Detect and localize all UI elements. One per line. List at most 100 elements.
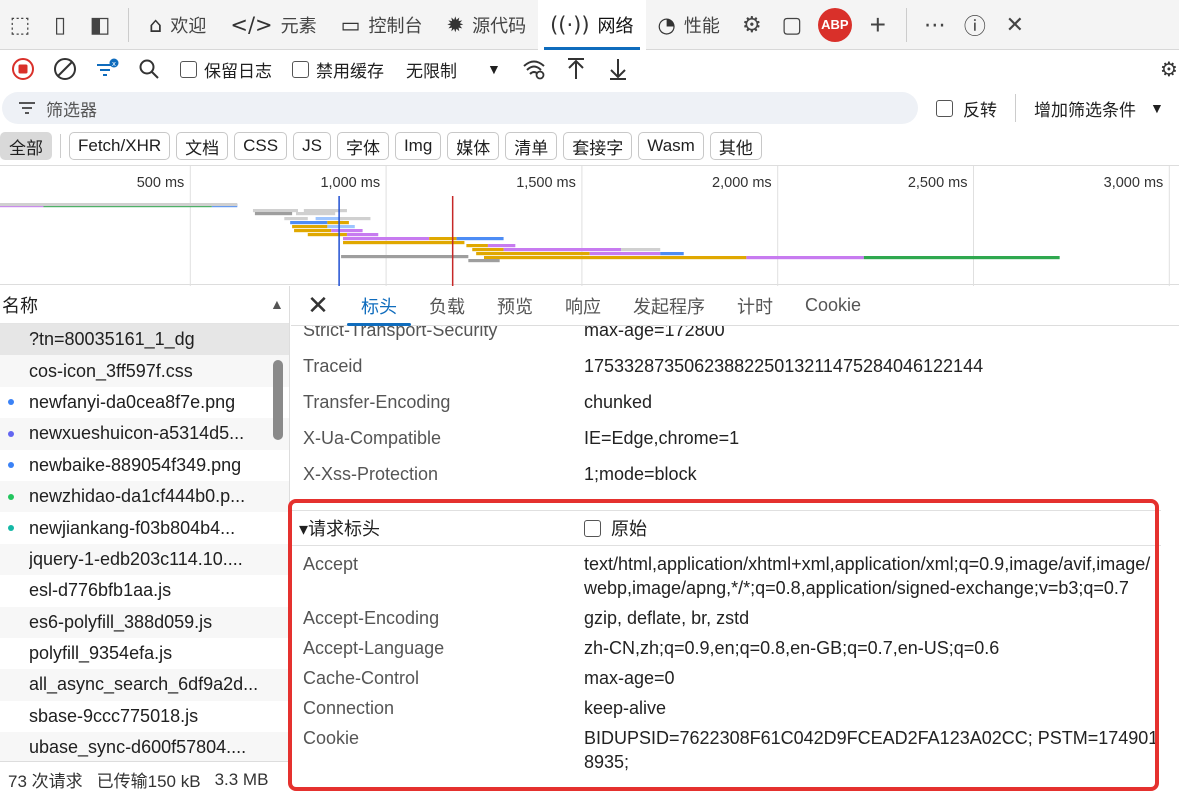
waterfall-overview: 500 ms 1,000 ms 1,500 ms 2,000 ms 2,500 ms 3,… xyxy=(0,166,1170,286)
type-filter-chip[interactable]: Img xyxy=(394,132,442,160)
search-button[interactable] xyxy=(130,52,168,86)
help-icon[interactable]: ⓘ xyxy=(955,0,995,50)
detail-tab[interactable]: 标头 xyxy=(345,286,413,326)
detail-tab[interactable]: 发起程序 xyxy=(617,286,721,326)
waterfall-bar xyxy=(341,255,469,259)
header-name: Cookie xyxy=(303,728,360,748)
request-row[interactable]: ubase_sync-d600f57804.... xyxy=(0,732,289,764)
request-list: 名称 ▲ ?tn=80035161_1_dg cos-icon_3ff597f.c… xyxy=(0,286,290,797)
request-list-scrollbar[interactable] xyxy=(271,324,283,765)
type-filter-chip[interactable]: JS xyxy=(293,132,331,160)
tab-console[interactable]: ▭ 控制台 xyxy=(329,0,435,50)
network-settings-button[interactable]: ⚙ xyxy=(1150,52,1179,86)
request-row[interactable]: all_async_search_6df9a2d... xyxy=(0,669,289,701)
timeline-tick-label: 500 ms xyxy=(137,175,185,191)
window-icon[interactable]: ▢ xyxy=(772,0,812,50)
tab-performance[interactable]: ◔ 性能 xyxy=(646,0,732,50)
adblock-plus-icon[interactable]: ABP xyxy=(817,7,852,42)
tab-label: 欢迎 xyxy=(170,15,207,36)
request-row[interactable]: jquery-1-edb203c114.10.... xyxy=(0,543,289,576)
checkbox-box[interactable] xyxy=(584,519,601,537)
network-overview-timeline[interactable]: 500 ms 1,000 ms 1,500 ms 2,000 ms 2,500 ms 3,… xyxy=(0,165,1179,286)
checkbox-box[interactable] xyxy=(292,60,309,78)
request-row[interactable]: newfanyi-da0cea8f7e.png xyxy=(0,387,289,418)
type-filter-chip[interactable]: 文档 xyxy=(176,132,229,160)
name-column-header[interactable]: 名称 ▲ xyxy=(0,286,289,324)
filter-input[interactable]: 筛选器 xyxy=(2,92,918,124)
divider xyxy=(128,7,129,42)
disable-cache-checkbox[interactable]: 禁用缓存 xyxy=(284,57,392,82)
dock-side-icon[interactable]: ◧ xyxy=(80,0,120,50)
throttle-value: 无限制 xyxy=(406,61,457,81)
detail-tab[interactable]: Cookie xyxy=(789,286,877,326)
request-name: cos-icon_3ff597f.css xyxy=(29,360,193,381)
raw-label: 原始 xyxy=(611,519,647,539)
request-row[interactable]: ?tn=80035161_1_dg xyxy=(0,324,289,356)
upload-icon xyxy=(567,58,584,79)
request-row[interactable]: esl-d776bfb1aa.js xyxy=(0,575,289,606)
waterfall-bar xyxy=(660,252,684,256)
close-detail-button[interactable]: ✕ xyxy=(291,286,345,326)
request-row[interactable]: newbaike-889054f349.png xyxy=(0,450,289,481)
request-row[interactable]: polyfill_9354efa.js xyxy=(0,638,289,669)
type-filter-chip[interactable]: CSS xyxy=(234,132,288,160)
performance-icon: ◔ xyxy=(657,12,676,37)
invert-checkbox[interactable]: 反转 xyxy=(936,96,997,121)
detail-tab[interactable]: 响应 xyxy=(549,286,617,326)
preserve-log-checkbox[interactable]: 保留日志 xyxy=(172,57,280,82)
import-har-button[interactable] xyxy=(557,52,595,86)
request-row[interactable]: cos-icon_3ff597f.css xyxy=(0,355,289,387)
waterfall-bar xyxy=(343,241,465,245)
waterfall-bar xyxy=(252,209,298,213)
add-tab-icon[interactable]: + xyxy=(858,0,898,50)
type-filter-chip[interactable]: 媒体 xyxy=(447,132,500,160)
settings-gear-icon[interactable]: ⚙ xyxy=(732,0,772,50)
request-name: ?tn=80035161_1_dg xyxy=(29,329,195,350)
request-row[interactable]: newjiankang-f03b804b4... xyxy=(0,512,289,543)
raw-headers-checkbox[interactable]: 原始 xyxy=(584,515,647,541)
export-har-button[interactable] xyxy=(599,52,637,86)
filter-row: 筛选器 反转 增加筛选条件 ▼ xyxy=(0,89,1179,127)
close-devtools-icon[interactable]: ✕ xyxy=(995,0,1035,50)
type-filter-chip[interactable]: 清单 xyxy=(505,132,558,160)
request-row[interactable]: es6-polyfill_388d059.js xyxy=(0,606,289,638)
tab-home[interactable]: ⌂ 欢迎 xyxy=(137,0,218,50)
panel-tabs: ⌂ 欢迎 </> 元素 ▭ 控制台 ✹ 源代码 ((·)) 网络 ◔ 性能 xyxy=(137,0,732,50)
type-filter-chip[interactable]: Wasm xyxy=(638,132,704,160)
tab-elements[interactable]: </> 元素 xyxy=(218,0,328,50)
type-filter-chip[interactable]: 字体 xyxy=(336,132,389,160)
more-options-icon[interactable]: ⋯ xyxy=(915,0,955,50)
gear-icon: ⚙ xyxy=(1160,58,1178,81)
network-conditions-button[interactable] xyxy=(515,52,553,86)
header-value: chunked xyxy=(584,392,653,412)
request-row[interactable]: newzhidao-da1cf444b0.p... xyxy=(0,480,289,513)
checkbox-box[interactable] xyxy=(936,99,953,117)
tab-wifi[interactable]: ((·)) 网络 xyxy=(538,0,646,50)
type-filter-chip[interactable]: 其他 xyxy=(709,132,762,160)
type-filter-chip[interactable]: 全部 xyxy=(0,132,52,160)
inspect-element-icon[interactable]: ⬚ xyxy=(0,0,40,50)
checkbox-box[interactable] xyxy=(180,60,197,78)
timeline-tick-label: 1,500 ms xyxy=(516,175,576,191)
invert-label: 反转 xyxy=(963,100,997,120)
throttle-select[interactable]: 无限制 ▼ xyxy=(396,57,511,82)
detail-tab[interactable]: 负载 xyxy=(413,286,481,326)
request-headers-section-header[interactable]: ▾请求标头 原始 xyxy=(291,510,1161,546)
header-value: BIDUPSID=7622308F61C042D9FCEAD2FA123A02C… xyxy=(584,728,1159,772)
type-filter-chip[interactable]: Fetch/XHR xyxy=(69,132,171,160)
request-row[interactable]: newxueshuicon-a5314d5... xyxy=(0,418,289,450)
device-emulation-icon[interactable]: ▯ xyxy=(40,0,80,50)
type-filter-chip[interactable]: 套接字 xyxy=(563,132,633,160)
more-filters-dropdown[interactable]: 增加筛选条件 ▼ xyxy=(1034,96,1164,121)
record-button[interactable] xyxy=(4,52,42,86)
tab-bug[interactable]: ✹ 源代码 xyxy=(434,0,538,50)
waterfall-bar xyxy=(487,244,516,248)
request-row[interactable]: sbase-9ccc775018.js xyxy=(0,701,289,732)
clear-button[interactable] xyxy=(46,52,84,86)
scroll-thumb[interactable] xyxy=(273,360,283,440)
detail-tab[interactable]: 预览 xyxy=(481,286,549,326)
filter-toggle-button[interactable]: x xyxy=(88,52,126,86)
detail-tab[interactable]: 计时 xyxy=(721,286,789,326)
filter-lines-icon xyxy=(19,102,35,114)
filter-icon: x xyxy=(97,58,119,76)
